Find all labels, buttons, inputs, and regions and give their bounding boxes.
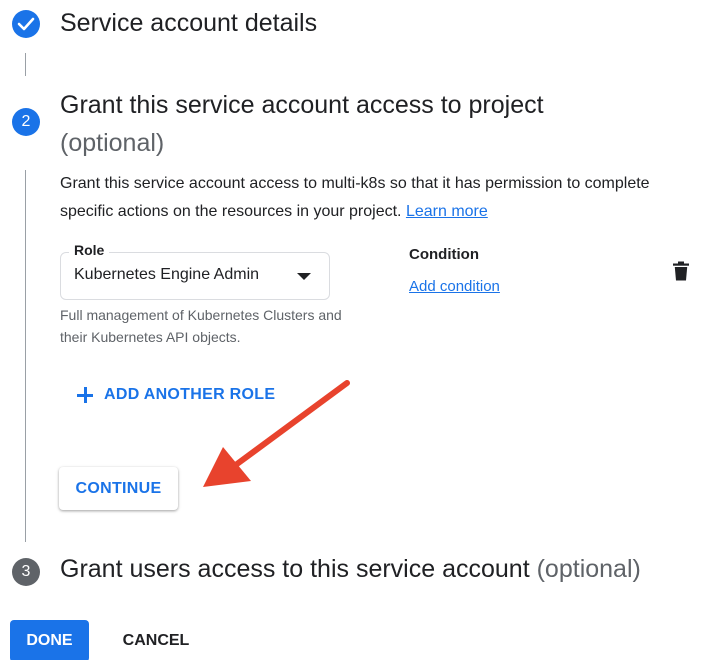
done-button[interactable]: DONE [10,620,89,660]
continue-button[interactable]: CONTINUE [59,467,178,510]
trash-icon[interactable] [672,261,690,286]
dropdown-arrow-icon [297,273,311,280]
step-2-description-text: Grant this service account access to mul… [60,175,650,220]
step-1-title[interactable]: Service account details [60,9,317,38]
step-2-optional-label: (optional) [60,129,165,157]
role-select-label: Role [69,242,110,258]
role-select-value: Kubernetes Engine Admin [74,266,260,283]
cancel-button[interactable]: CANCEL [110,620,202,660]
step-3-title[interactable]: Grant users access to this service accou… [60,555,641,584]
annotation-arrow-icon [203,380,350,487]
condition-heading: Condition [409,246,479,263]
stepper-connector-1 [25,53,26,76]
step-3-badge: 3 [12,558,40,586]
role-help-text: Full management of Kubernetes Clusters a… [60,307,342,345]
stepper-connector-2 [25,170,26,542]
step-2-badge: 2 [12,108,40,136]
step-2-description: Grant this service account access to mul… [60,170,660,226]
check-icon [17,17,35,31]
step-2-title-text: Grant this service account access to pro… [60,91,544,119]
step-2-title: Grant this service account access to pro… [60,86,660,162]
add-condition-link[interactable]: Add condition [409,278,500,295]
create-service-account-page: Service account details 2 Grant this ser… [0,0,705,660]
step-3-optional-label: (optional) [536,555,641,583]
plus-icon [76,386,94,404]
step-3-title-text: Grant users access to this service accou… [60,555,530,583]
role-select[interactable]: Role Kubernetes Engine Admin [60,242,330,300]
learn-more-link[interactable]: Learn more [406,203,488,220]
step-1-complete-badge [12,10,40,38]
